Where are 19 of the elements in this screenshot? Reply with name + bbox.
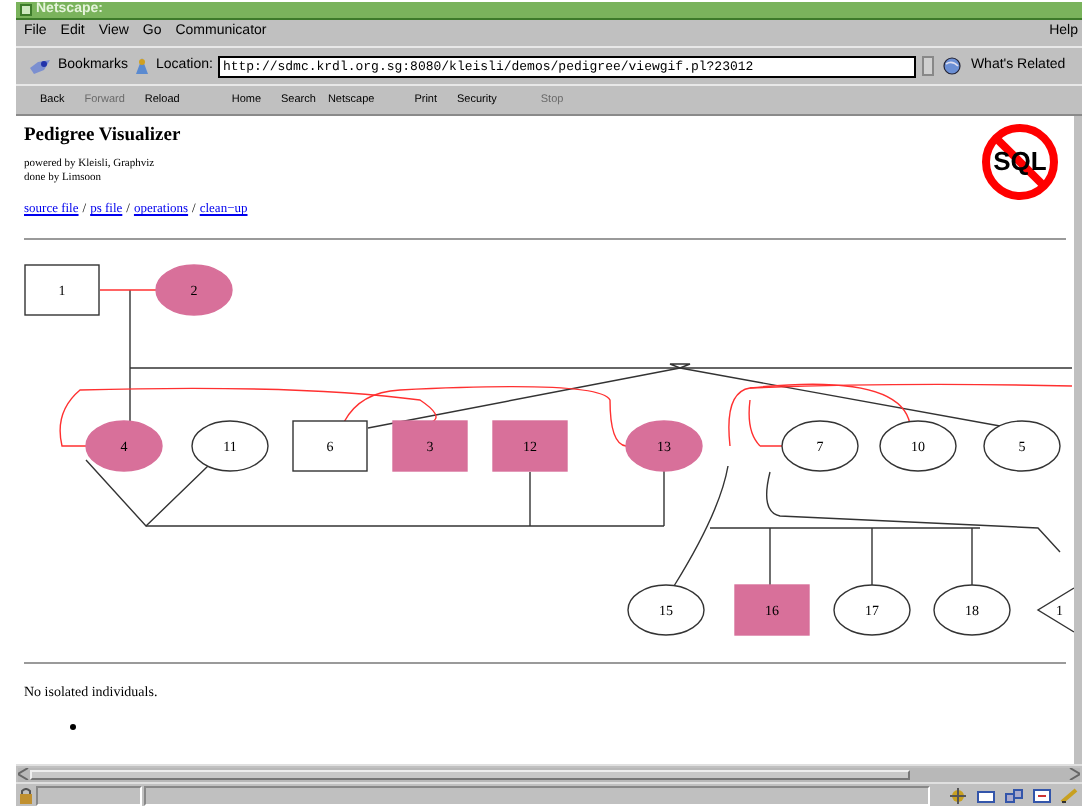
scrollbar-thumb[interactable] (30, 769, 910, 779)
pen-icon[interactable] (1060, 787, 1080, 803)
horizontal-scrollbar[interactable] (18, 767, 1080, 781)
page-heading: Pedigree Visualizer (24, 124, 183, 148)
window-menu-icon[interactable] (20, 4, 32, 16)
location-icon (134, 56, 151, 76)
bullet-icon (70, 724, 76, 731)
scroll-left-icon[interactable] (18, 768, 30, 780)
bookmark-icon[interactable] (28, 57, 52, 75)
dropdown-icon[interactable] (922, 56, 935, 76)
composer-icon[interactable] (1032, 787, 1052, 803)
globe-icon[interactable] (940, 56, 965, 76)
navigator-icon[interactable] (948, 787, 968, 803)
progress-panel (36, 785, 142, 805)
relation-line (99, 288, 157, 291)
mail-icon[interactable] (976, 787, 996, 803)
scroll-right-icon[interactable] (1068, 768, 1080, 780)
groups-icon[interactable] (1004, 787, 1024, 803)
security-lock-icon[interactable] (18, 787, 34, 803)
